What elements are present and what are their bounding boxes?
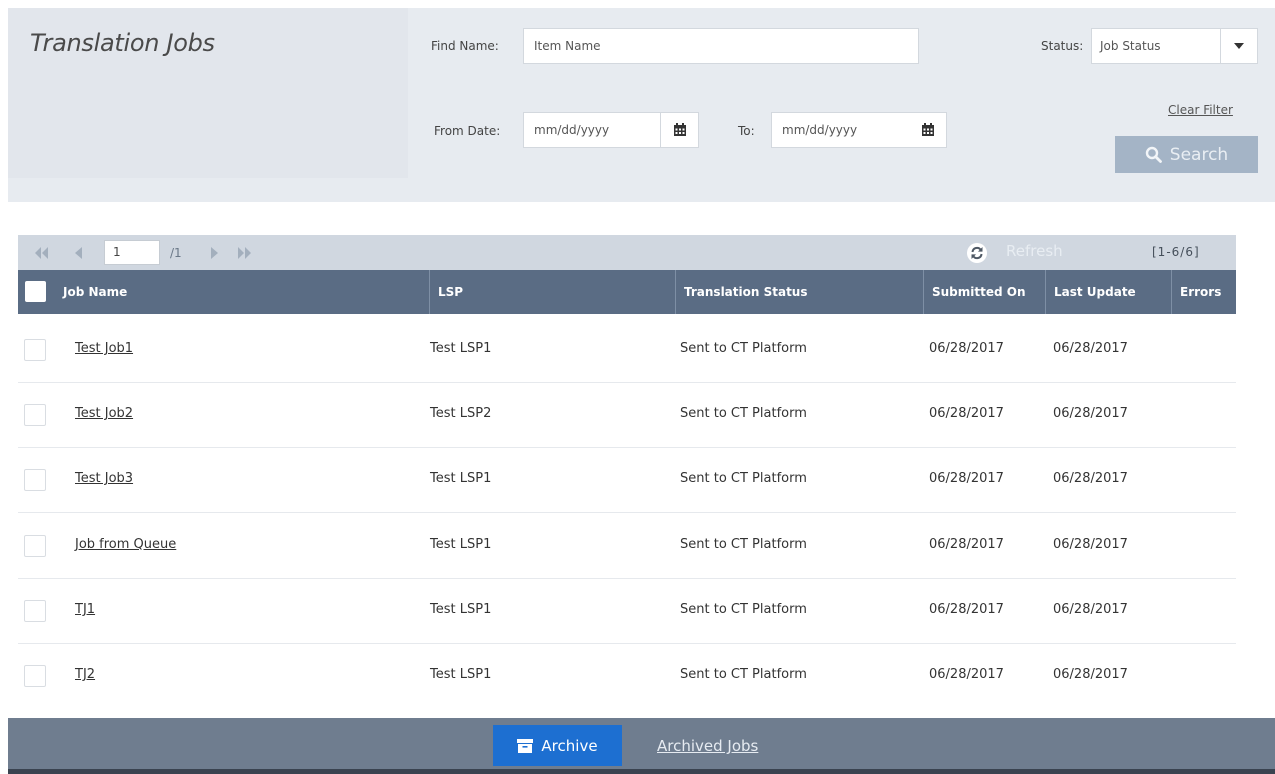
status-cell: Sent to CT Platform <box>680 537 807 552</box>
footer-edge <box>8 769 1275 774</box>
updated-cell: 06/28/2017 <box>1053 406 1128 421</box>
search-button-label: Search <box>1169 144 1229 165</box>
table-row[interactable]: Test Job2 Test LSP2 Sent to CT Platform … <box>18 382 1236 448</box>
search-icon <box>1145 146 1162 163</box>
job-name-link[interactable]: Test Job3 <box>75 447 133 511</box>
record-range: [1-6/6] <box>1152 245 1200 259</box>
to-date-label: To: <box>738 124 755 138</box>
lsp-cell: Test LSP1 <box>430 667 492 682</box>
archive-icon <box>517 738 534 753</box>
to-date-calendar-button[interactable] <box>909 112 947 148</box>
table-row[interactable]: TJ2 Test LSP1 Sent to CT Platform 06/28/… <box>18 643 1236 708</box>
next-page-icon[interactable] <box>210 247 218 259</box>
status-select[interactable]: Job Status <box>1091 28 1258 64</box>
col-job-name[interactable]: Job Name <box>55 270 430 314</box>
translation-jobs-page: Translation Jobs Find Name: Item Name St… <box>0 0 1275 774</box>
submitted-cell: 06/28/2017 <box>929 406 1004 421</box>
calendar-icon <box>921 123 934 136</box>
updated-cell: 06/28/2017 <box>1053 471 1128 486</box>
from-date-label: From Date: <box>434 124 501 138</box>
chevron-down-icon <box>1234 43 1244 49</box>
status-cell: Sent to CT Platform <box>680 602 807 617</box>
submitted-cell: 06/28/2017 <box>929 537 1004 552</box>
col-errors[interactable]: Errors <box>1172 270 1236 314</box>
last-page-icon[interactable] <box>237 247 251 259</box>
job-name-link[interactable]: Job from Queue <box>75 513 176 577</box>
archive-button-label: Archive <box>541 736 598 755</box>
submitted-cell: 06/28/2017 <box>929 471 1004 486</box>
status-cell: Sent to CT Platform <box>680 471 807 486</box>
archived-jobs-link[interactable]: Archived Jobs <box>657 737 758 755</box>
status-cell: Sent to CT Platform <box>680 341 807 356</box>
page-total: /1 <box>170 246 182 260</box>
submitted-cell: 06/28/2017 <box>929 602 1004 617</box>
search-button[interactable]: Search <box>1115 136 1258 173</box>
from-date-input[interactable]: mm/dd/yyyy <box>523 112 661 148</box>
job-name-link[interactable]: Test Job1 <box>75 317 133 381</box>
updated-cell: 06/28/2017 <box>1053 341 1128 356</box>
select-divider <box>1220 29 1221 63</box>
table-row[interactable]: Job from Queue Test LSP1 Sent to CT Plat… <box>18 513 1236 579</box>
calendar-icon <box>673 123 686 136</box>
col-submitted-on[interactable]: Submitted On <box>924 270 1046 314</box>
col-lsp[interactable]: LSP <box>430 270 676 314</box>
status-label: Status: <box>1041 39 1084 53</box>
row-checkbox[interactable] <box>24 665 46 687</box>
updated-cell: 06/28/2017 <box>1053 667 1128 682</box>
lsp-cell: Test LSP1 <box>430 341 492 356</box>
table-row[interactable]: Test Job1 Test LSP1 Sent to CT Platform … <box>18 317 1236 383</box>
footer-bar <box>8 718 1275 769</box>
col-translation-status[interactable]: Translation Status <box>676 270 924 314</box>
status-cell: Sent to CT Platform <box>680 406 807 421</box>
row-checkbox[interactable] <box>24 535 46 557</box>
refresh-icon[interactable] <box>966 242 988 264</box>
clear-filter-link[interactable]: Clear Filter <box>1168 103 1233 117</box>
job-name-link[interactable]: Test Job2 <box>75 382 133 446</box>
status-cell: Sent to CT Platform <box>680 667 807 682</box>
status-select-value: Job Status <box>1100 39 1161 53</box>
page-number-input[interactable]: 1 <box>104 240 160 265</box>
row-checkbox[interactable] <box>24 404 46 426</box>
refresh-label[interactable]: Refresh <box>1006 242 1063 260</box>
col-last-update[interactable]: Last Update <box>1046 270 1172 314</box>
from-date-calendar-button[interactable] <box>661 112 699 148</box>
to-date-input[interactable]: mm/dd/yyyy <box>771 112 910 148</box>
lsp-cell: Test LSP1 <box>430 471 492 486</box>
find-name-label: Find Name: <box>431 39 499 53</box>
row-checkbox[interactable] <box>24 469 46 491</box>
lsp-cell: Test LSP1 <box>430 602 492 617</box>
first-page-icon[interactable] <box>35 247 49 259</box>
job-name-link[interactable]: TJ2 <box>75 643 95 707</box>
updated-cell: 06/28/2017 <box>1053 602 1128 617</box>
lsp-cell: Test LSP2 <box>430 406 492 421</box>
table-header: Job Name LSP Translation Status Submitte… <box>18 270 1236 314</box>
job-name-link[interactable]: TJ1 <box>75 578 95 642</box>
page-title: Translation Jobs <box>30 29 215 57</box>
lsp-cell: Test LSP1 <box>430 537 492 552</box>
archive-button[interactable]: Archive <box>493 725 622 766</box>
submitted-cell: 06/28/2017 <box>929 341 1004 356</box>
table-row[interactable]: TJ1 Test LSP1 Sent to CT Platform 06/28/… <box>18 578 1236 644</box>
find-name-input[interactable]: Item Name <box>523 28 919 64</box>
updated-cell: 06/28/2017 <box>1053 537 1128 552</box>
row-checkbox[interactable] <box>24 600 46 622</box>
prev-page-icon[interactable] <box>75 247 83 259</box>
submitted-cell: 06/28/2017 <box>929 667 1004 682</box>
row-checkbox[interactable] <box>24 339 46 361</box>
select-all-checkbox[interactable] <box>25 281 46 302</box>
table-row[interactable]: Test Job3 Test LSP1 Sent to CT Platform … <box>18 447 1236 513</box>
